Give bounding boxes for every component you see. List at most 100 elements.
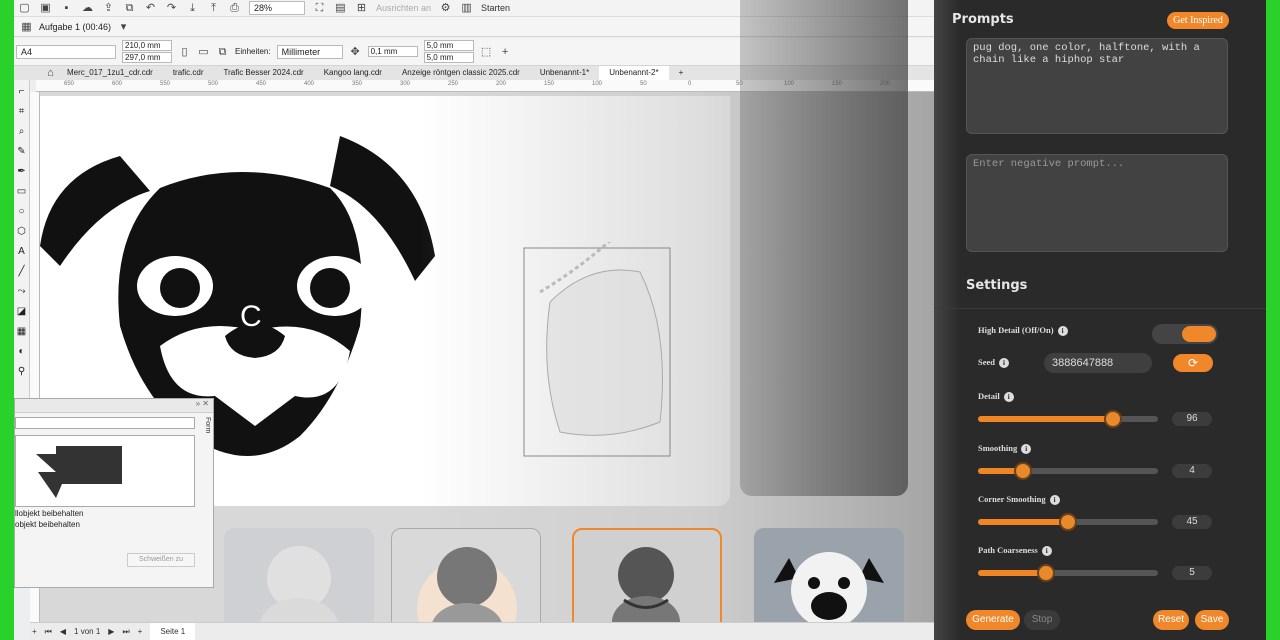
ellipse-tool-icon[interactable]: ○ xyxy=(14,206,29,226)
slider-handle[interactable] xyxy=(1104,410,1122,428)
keep-target-option[interactable]: objekt beibehalten xyxy=(15,520,213,529)
zoom-select[interactable]: 28% xyxy=(249,1,305,15)
launch-icon[interactable]: ▥ xyxy=(460,2,473,14)
import-icon[interactable]: ⤓ xyxy=(186,2,199,14)
polygon-tool-icon[interactable]: ⬡ xyxy=(14,226,29,246)
document-tab[interactable]: Trafic Besser 2024.cdr xyxy=(214,66,314,80)
view-icon[interactable]: ▤ xyxy=(334,2,347,14)
grid-icon[interactable]: ⊞ xyxy=(355,2,368,14)
line-tool-icon[interactable]: ╱ xyxy=(14,266,29,286)
document-tab[interactable]: Merc_017_1zu1_cdr.cdr xyxy=(57,66,163,80)
seed-input[interactable]: 3888647888 xyxy=(1044,353,1152,373)
last-page-icon[interactable]: ⏭ xyxy=(122,627,129,637)
zoom-tool-icon[interactable]: ⌕ xyxy=(14,126,29,146)
pen-tool-icon[interactable]: ✒ xyxy=(14,166,29,186)
cloud-icon[interactable]: ☁ xyxy=(81,2,94,14)
plus-icon[interactable]: + xyxy=(499,46,512,58)
export-icon[interactable]: ⤒ xyxy=(207,2,220,14)
negative-prompt-input[interactable]: Enter negative prompt... xyxy=(966,154,1228,252)
home-icon[interactable]: ⌂ xyxy=(44,67,57,79)
add-page-icon[interactable]: + xyxy=(32,627,37,636)
info-icon[interactable]: i xyxy=(999,358,1009,368)
next-page-icon[interactable]: ▶ xyxy=(108,627,114,636)
page-frame-icon[interactable]: ⬚ xyxy=(480,46,493,58)
slider-value[interactable]: 96 xyxy=(1172,412,1212,426)
slider-handle[interactable] xyxy=(1014,462,1032,480)
high-detail-toggle[interactable] xyxy=(1152,324,1218,344)
prompt-input[interactable]: pug dog, one color, halftone, with a cha… xyxy=(966,38,1228,134)
start-menu[interactable]: Starten xyxy=(481,3,510,13)
ruler-tick-label: 550 xyxy=(160,81,171,87)
task-label[interactable]: Aufgabe 1 (00:46) xyxy=(39,22,111,32)
slider-track[interactable] xyxy=(978,410,1158,428)
refresh-seed-icon[interactable]: ⟳ xyxy=(1173,354,1213,372)
ruler-tick-label: 450 xyxy=(256,81,267,87)
generate-button[interactable]: Generate xyxy=(966,610,1020,630)
orientation-landscape-icon[interactable]: ▭ xyxy=(197,46,210,58)
rectangle-tool-icon[interactable]: ▭ xyxy=(14,186,29,206)
page-size-select[interactable]: A4 xyxy=(16,44,116,59)
slider-value[interactable]: 4 xyxy=(1172,464,1212,478)
slider-handle[interactable] xyxy=(1059,513,1077,531)
duplicate-x-field[interactable]: 5,0 mm xyxy=(423,40,474,51)
first-page-icon[interactable]: ⏮ xyxy=(45,627,52,637)
zoom-fit-icon[interactable]: ⛶ xyxy=(313,2,326,14)
save-button[interactable]: Save xyxy=(1195,610,1229,630)
page-height-field[interactable]: 297,0 mm xyxy=(122,52,172,63)
info-icon[interactable]: i xyxy=(1021,444,1032,454)
slider-track[interactable] xyxy=(978,462,1158,480)
shadow-tool-icon[interactable]: ◪ xyxy=(14,306,29,326)
transparency-tool-icon[interactable]: ▦ xyxy=(14,326,29,346)
pdf-icon[interactable]: ⎙ xyxy=(228,2,241,14)
open-icon[interactable]: ▣ xyxy=(39,2,52,14)
slider-track[interactable] xyxy=(978,513,1158,531)
redo-icon[interactable]: ↷ xyxy=(165,2,178,14)
connector-tool-icon[interactable]: ⤳ xyxy=(14,286,29,306)
slider-value[interactable]: 45 xyxy=(1172,515,1212,529)
page-width-field[interactable]: 210,0 mm xyxy=(122,40,172,51)
freehand-tool-icon[interactable]: ✎ xyxy=(14,146,29,166)
sketch-pug-body xyxy=(523,242,671,457)
new-tab-icon[interactable]: + xyxy=(669,66,694,80)
duplicate-y-field[interactable]: 5,0 mm xyxy=(423,52,474,63)
get-inspired-button[interactable]: Get Inspired xyxy=(1167,12,1229,29)
slider-value[interactable]: 5 xyxy=(1172,566,1212,580)
docker-tab-form[interactable]: Form xyxy=(199,417,211,455)
stop-button[interactable]: Stop xyxy=(1024,610,1060,630)
save-icon[interactable]: ▪ xyxy=(60,2,73,14)
slider-handle[interactable] xyxy=(1037,564,1056,582)
shape-tool-icon[interactable]: ⌐ xyxy=(14,86,29,106)
new-document-icon[interactable]: ▢ xyxy=(18,2,31,14)
settings-gear-icon[interactable]: ⚙ xyxy=(439,2,452,14)
page-layout-icon[interactable]: ⧉ xyxy=(216,46,229,58)
info-icon[interactable]: i xyxy=(1003,392,1014,402)
weld-button[interactable]: Schweißen zu xyxy=(127,553,195,567)
eyedropper-tool-icon[interactable]: ⚲ xyxy=(14,366,29,386)
fill-tool-icon[interactable]: ◐ xyxy=(14,346,29,366)
add-page-end-icon[interactable]: + xyxy=(138,627,143,636)
document-tab[interactable]: Unbenannt-2* xyxy=(599,66,669,80)
orientation-portrait-icon[interactable]: ▯ xyxy=(178,46,191,58)
nudge-field[interactable]: 0,1 mm xyxy=(367,46,418,57)
document-tab[interactable]: trafic.cdr xyxy=(163,66,214,80)
prev-page-icon[interactable]: ◀ xyxy=(60,627,66,636)
keep-source-option[interactable]: llobjekt beibehalten xyxy=(15,509,213,518)
text-tool-icon[interactable]: A xyxy=(14,246,29,266)
document-tab[interactable]: Anzeige röntgen classic 2025.cdr xyxy=(392,66,530,80)
reset-button[interactable]: Reset xyxy=(1153,610,1189,630)
page-tab[interactable]: Seite 1 xyxy=(150,622,196,640)
undo-icon[interactable]: ↶ xyxy=(144,2,157,14)
snap-to-menu[interactable]: Ausrichten an xyxy=(376,3,431,13)
slider-track[interactable] xyxy=(978,564,1158,582)
info-icon[interactable]: i xyxy=(1041,546,1052,556)
upload-icon[interactable]: ⇪ xyxy=(102,2,115,14)
chevron-down-icon[interactable]: ▾ xyxy=(117,21,130,33)
document-tab[interactable]: Unbenannt-1* xyxy=(530,66,599,80)
crop-tool-icon[interactable]: ⌗ xyxy=(14,106,29,126)
copy-icon[interactable]: ⧉ xyxy=(123,2,136,14)
document-tab[interactable]: Kangoo lang.cdr xyxy=(314,66,392,80)
units-select[interactable]: Millimeter xyxy=(276,44,343,59)
info-icon[interactable]: i xyxy=(1057,326,1068,336)
docker-mode-select[interactable] xyxy=(15,417,195,429)
info-icon[interactable]: i xyxy=(1049,495,1060,505)
